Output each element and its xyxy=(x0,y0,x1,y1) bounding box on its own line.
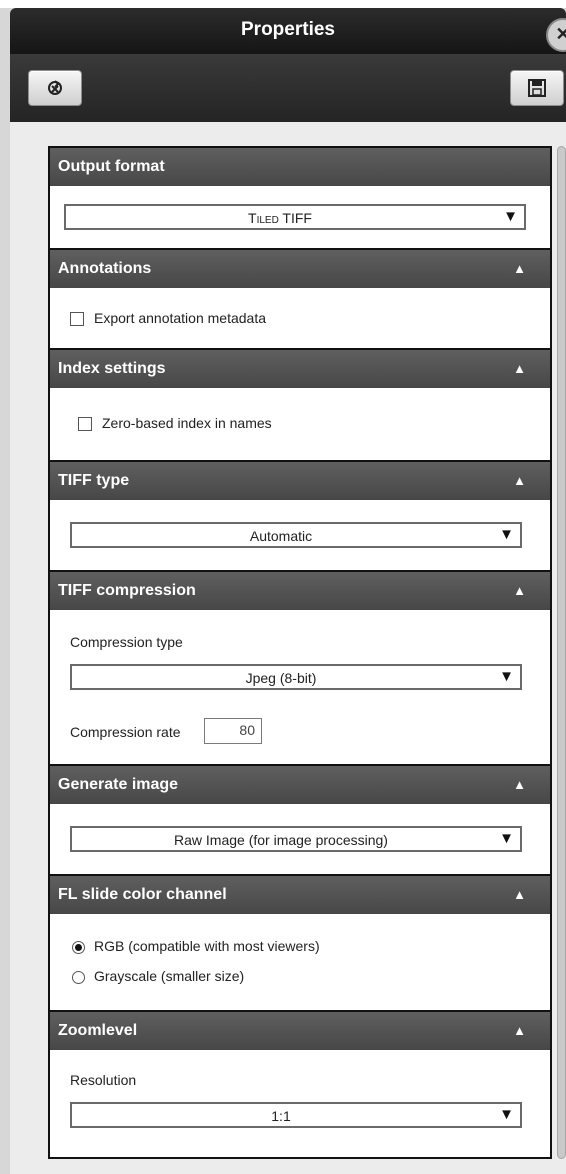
collapse-icon[interactable]: ▲ xyxy=(513,572,526,610)
title-bar: Properties ✕ xyxy=(10,8,566,54)
compression-type-label: Compression type xyxy=(70,634,183,650)
section-body-zoomlevel: Resolution 1:1 ▼ xyxy=(50,1050,550,1157)
collapse-icon[interactable]: ▲ xyxy=(513,462,526,500)
compression-rate-input[interactable]: 80 xyxy=(204,718,262,744)
section-body-annotations: Export annotation metadata xyxy=(50,288,550,348)
reset-button[interactable] xyxy=(28,70,82,106)
section-title: Output format xyxy=(58,158,165,175)
properties-window: Properties ✕ Output format Tiled TIFF ▼ … xyxy=(0,8,566,1174)
dropdown-arrow-icon: ▼ xyxy=(499,1106,514,1123)
collapse-icon[interactable]: ▲ xyxy=(513,1012,526,1050)
checkbox-label: Export annotation metadata xyxy=(94,310,267,326)
section-title: Zoomlevel xyxy=(58,1022,138,1039)
dropdown-value: Jpeg (8-bit) xyxy=(245,670,317,686)
dropdown-value: Automatic xyxy=(249,528,313,544)
tiff-type-dropdown[interactable]: Automatic ▼ xyxy=(70,522,522,548)
section-header-tiff-compression[interactable]: TIFF compression ▲ xyxy=(50,572,550,610)
dropdown-arrow-icon: ▼ xyxy=(499,830,514,847)
section-header-tiff-type[interactable]: TIFF type ▲ xyxy=(50,462,550,500)
section-body-index-settings: Zero-based index in names xyxy=(50,388,550,460)
compression-type-dropdown[interactable]: Jpeg (8-bit) ▼ xyxy=(70,664,522,690)
section-body-output-format: Tiled TIFF ▼ xyxy=(50,186,550,248)
close-icon: ✕ xyxy=(555,24,566,44)
rgb-radio[interactable] xyxy=(72,941,85,954)
toolbar xyxy=(10,54,566,122)
dropdown-value: Tiled TIFF xyxy=(248,210,312,226)
collapse-icon[interactable]: ▲ xyxy=(513,876,526,914)
section-header-zoomlevel[interactable]: Zoomlevel ▲ xyxy=(50,1012,550,1050)
scrollbar[interactable] xyxy=(557,146,566,1159)
dropdown-arrow-icon: ▼ xyxy=(499,526,514,543)
radio-label: RGB (compatible with most viewers) xyxy=(94,938,320,954)
resolution-label: Resolution xyxy=(70,1072,137,1088)
dropdown-value: 1:1 xyxy=(271,1108,291,1124)
collapse-icon[interactable]: ▲ xyxy=(513,250,526,288)
zero-based-index-checkbox[interactable] xyxy=(78,417,92,431)
section-header-generate-image[interactable]: Generate image ▲ xyxy=(50,766,550,804)
collapse-icon[interactable]: ▲ xyxy=(513,350,526,388)
grayscale-radio[interactable] xyxy=(72,971,85,984)
section-header-index-settings[interactable]: Index settings ▲ xyxy=(50,350,550,388)
export-annotation-checkbox[interactable] xyxy=(70,312,84,326)
window-title: Properties xyxy=(241,19,335,40)
section-body-generate-image: Raw Image (for image processing) ▼ xyxy=(50,804,550,874)
section-title: TIFF compression xyxy=(58,582,196,599)
save-icon xyxy=(528,79,546,97)
section-body-tiff-type: Automatic ▼ xyxy=(50,500,550,570)
reset-icon xyxy=(48,80,62,95)
save-button[interactable] xyxy=(510,70,564,106)
section-title: Generate image xyxy=(58,776,179,793)
generate-image-dropdown[interactable]: Raw Image (for image processing) ▼ xyxy=(70,826,522,852)
resolution-dropdown[interactable]: 1:1 ▼ xyxy=(70,1102,522,1128)
section-header-fl-color-channel[interactable]: FL slide color channel ▲ xyxy=(50,876,550,914)
checkbox-label: Zero-based index in names xyxy=(102,415,272,431)
dropdown-arrow-icon: ▼ xyxy=(503,208,518,225)
section-header-annotations[interactable]: Annotations ▲ xyxy=(50,250,550,288)
section-body-fl-color-channel: RGB (compatible with most viewers) Grays… xyxy=(50,914,550,1010)
section-body-tiff-compression: Compression type Jpeg (8-bit) ▼ Compress… xyxy=(50,610,550,764)
radio-label: Grayscale (smaller size) xyxy=(94,968,245,984)
section-title: TIFF type xyxy=(58,472,130,489)
dropdown-arrow-icon: ▼ xyxy=(499,668,514,685)
output-format-dropdown[interactable]: Tiled TIFF ▼ xyxy=(64,204,526,230)
dropdown-value: Raw Image (for image processing) xyxy=(174,832,388,848)
compression-rate-label: Compression rate xyxy=(70,724,181,740)
section-title: Annotations xyxy=(58,260,152,277)
section-title: Index settings xyxy=(58,360,166,377)
section-header-output-format: Output format xyxy=(50,148,550,186)
close-button[interactable]: ✕ xyxy=(546,18,566,52)
collapse-icon[interactable]: ▲ xyxy=(513,766,526,804)
properties-content: Output format Tiled TIFF ▼ Annotations ▲… xyxy=(10,122,566,1174)
section-title: FL slide color channel xyxy=(58,886,227,903)
properties-panel: Output format Tiled TIFF ▼ Annotations ▲… xyxy=(48,146,552,1159)
